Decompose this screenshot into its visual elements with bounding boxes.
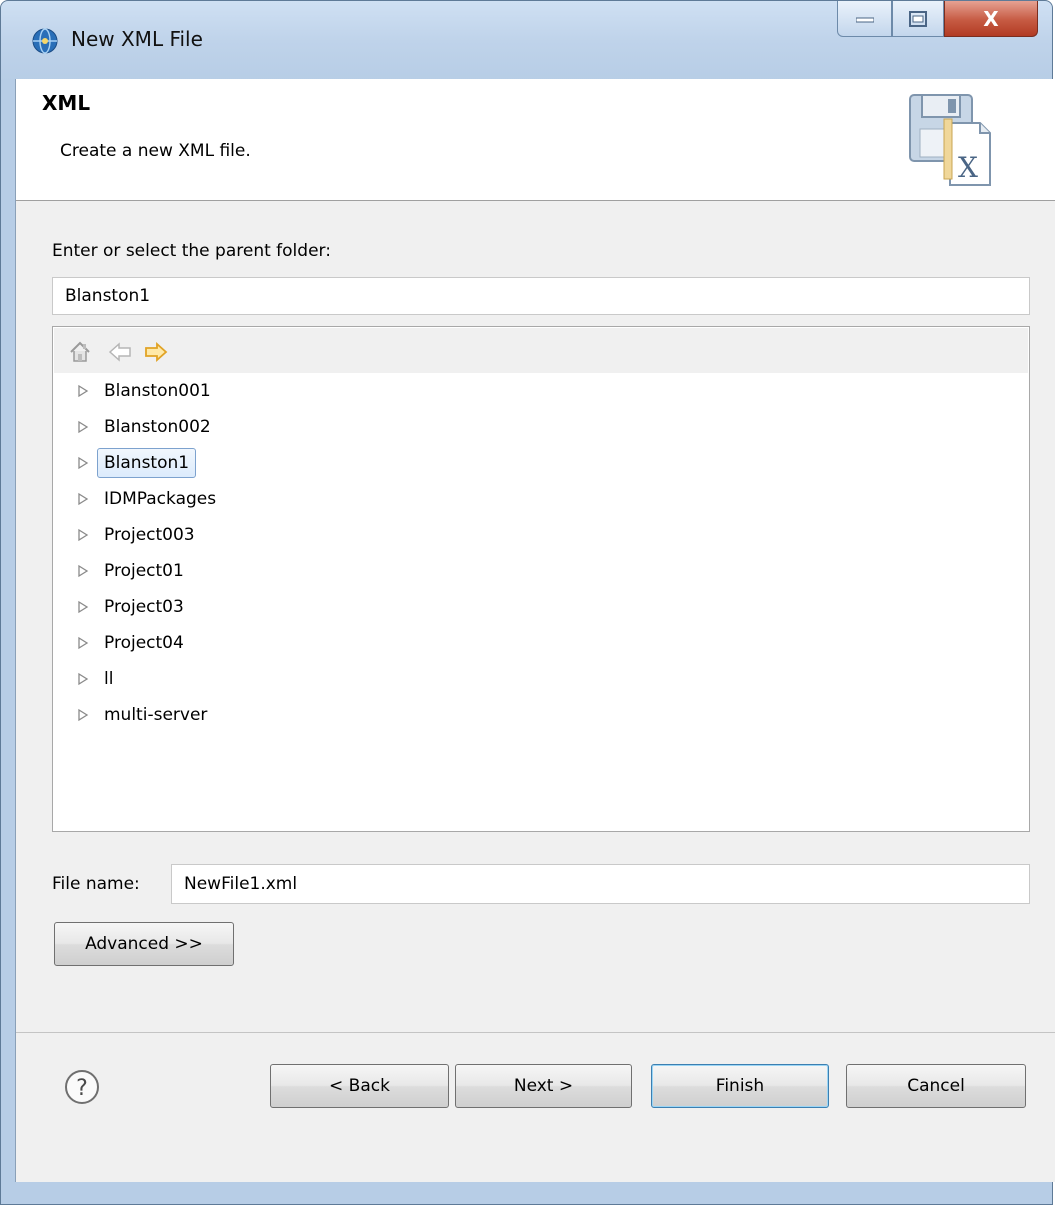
page-description: Create a new XML file.	[60, 141, 251, 161]
tree-item-label: Blanston001	[104, 381, 211, 401]
title-bar[interactable]: New XML File X	[1, 1, 1052, 79]
xml-file-wizard-icon: X	[909, 94, 991, 186]
wizard-header: XML Create a new XML file. X	[16, 79, 1055, 201]
svg-text:?: ?	[76, 1076, 88, 1101]
tree-item[interactable]: Project01	[53, 553, 1029, 589]
tree-item[interactable]: Blanston001	[53, 373, 1029, 409]
tree-item-label: IDMPackages	[104, 489, 217, 509]
tree-item-label: Blanston002	[104, 417, 211, 437]
help-icon[interactable]: ?	[64, 1069, 100, 1105]
expand-arrow-icon[interactable]	[77, 528, 89, 542]
footer-separator	[16, 1032, 1055, 1033]
tree-item-label: Blanston1	[97, 448, 197, 478]
tree-item[interactable]: IDMPackages	[53, 481, 1029, 517]
tree-item-label: Project01	[104, 561, 184, 581]
tree-item-label: ll	[104, 669, 114, 689]
tree-item[interactable]: multi-server	[53, 697, 1029, 733]
window-controls: X	[837, 1, 1038, 37]
file-name-input[interactable]	[171, 864, 1030, 904]
dialog-content: XML Create a new XML file. X Enter or se…	[15, 79, 1055, 1182]
back-button[interactable]: < Back	[270, 1064, 449, 1108]
tree-item[interactable]: Blanston002	[53, 409, 1029, 445]
close-icon: X	[983, 6, 999, 31]
advanced-button[interactable]: Advanced >>	[54, 922, 234, 966]
page-title: XML	[42, 91, 91, 115]
tree-item-label: Project04	[104, 633, 184, 653]
expand-arrow-icon[interactable]	[77, 672, 89, 686]
expand-arrow-icon[interactable]	[77, 492, 89, 506]
next-button[interactable]: Next >	[455, 1064, 632, 1108]
expand-arrow-icon[interactable]	[77, 600, 89, 614]
maximize-button[interactable]	[892, 1, 944, 37]
tree-item[interactable]: Blanston1	[53, 445, 1029, 481]
cancel-button[interactable]: Cancel	[846, 1064, 1026, 1108]
expand-arrow-icon[interactable]	[77, 420, 89, 434]
tree-item-label: multi-server	[104, 705, 208, 725]
finish-button[interactable]: Finish	[651, 1064, 829, 1108]
expand-arrow-icon[interactable]	[77, 384, 89, 398]
tree-item-label: Project03	[104, 597, 184, 617]
tree-list: Blanston001 Blanston002 Blanston1 IDMPackag…	[53, 373, 1029, 733]
tree-item[interactable]: Project003	[53, 517, 1029, 553]
dialog-window: New XML File X XML Create a new XML file…	[0, 0, 1055, 1205]
app-globe-icon	[32, 28, 58, 54]
tree-item[interactable]: Project04	[53, 625, 1029, 661]
svg-text:X: X	[958, 151, 978, 184]
tree-toolbar	[54, 328, 1028, 373]
expand-arrow-icon[interactable]	[77, 708, 89, 722]
window-title: New XML File	[71, 27, 203, 51]
close-button[interactable]: X	[944, 1, 1038, 37]
expand-arrow-icon[interactable]	[77, 636, 89, 650]
minimize-icon	[855, 17, 874, 22]
expand-arrow-icon[interactable]	[77, 456, 89, 470]
parent-folder-label: Enter or select the parent folder:	[52, 241, 331, 261]
tree-item-label: Project003	[104, 525, 195, 545]
home-icon[interactable]	[68, 340, 92, 364]
folder-tree: Blanston001 Blanston002 Blanston1 IDMPackag…	[52, 326, 1030, 832]
expand-arrow-icon[interactable]	[77, 564, 89, 578]
parent-folder-input[interactable]	[52, 277, 1030, 315]
forward-arrow-icon[interactable]	[144, 340, 168, 364]
file-name-label: File name:	[52, 874, 140, 894]
minimize-button[interactable]	[837, 1, 892, 37]
tree-item[interactable]: ll	[53, 661, 1029, 697]
tree-item[interactable]: Project03	[53, 589, 1029, 625]
back-arrow-icon[interactable]	[108, 340, 132, 364]
maximize-icon	[909, 10, 927, 27]
